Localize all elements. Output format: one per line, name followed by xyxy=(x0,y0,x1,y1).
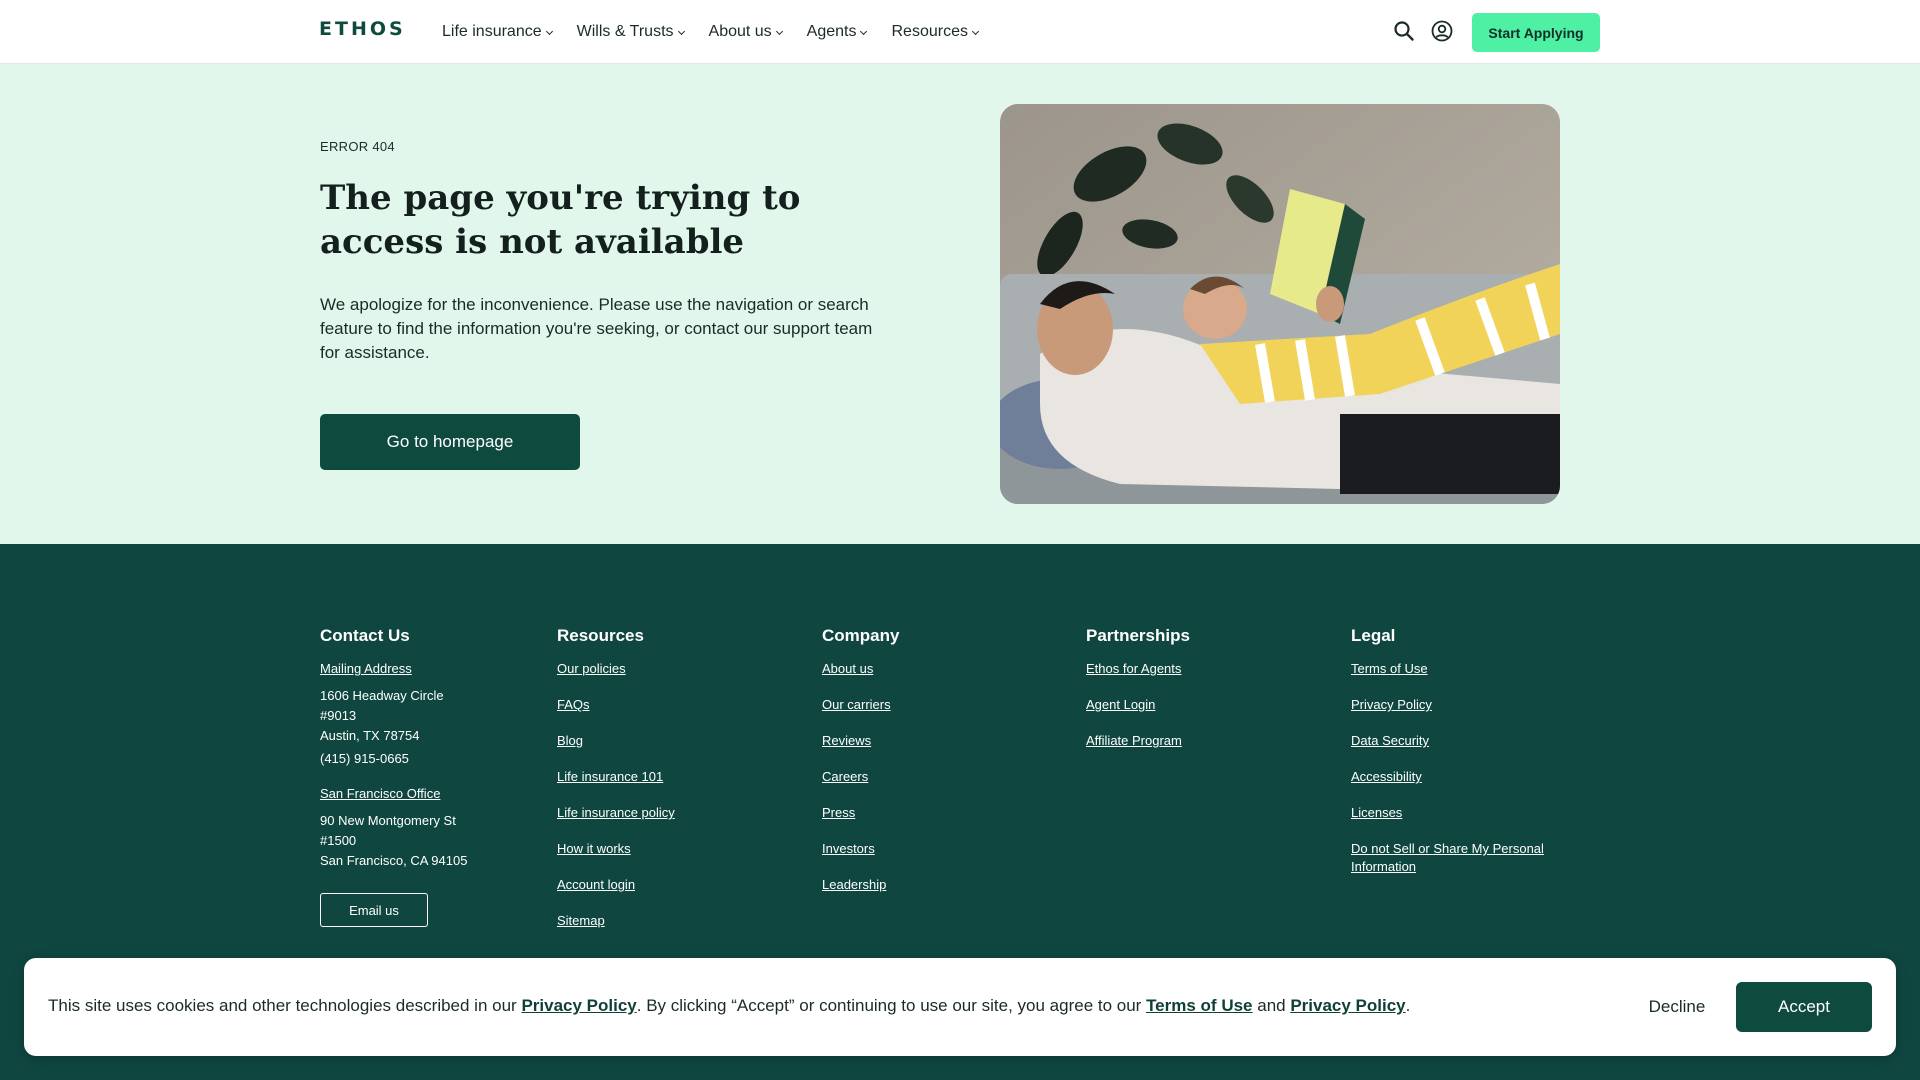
footer-link[interactable]: Our carriers xyxy=(822,696,1042,714)
mailing-address-line: 1606 Headway Circle xyxy=(320,688,444,703)
footer-link[interactable]: About us xyxy=(822,660,1042,678)
cookie-text-segment: and xyxy=(1252,996,1291,1015)
nav-label: Wills & Trusts xyxy=(576,23,674,40)
footer-link[interactable]: Terms of Use xyxy=(1351,660,1571,678)
privacy-policy-link[interactable]: Privacy Policy xyxy=(1290,996,1405,1015)
cookie-banner: This site uses cookies and other technol… xyxy=(24,958,1896,1056)
footer-link[interactable]: Affiliate Program xyxy=(1086,732,1306,750)
main-nav: Life insurance Wills & Trusts About us A… xyxy=(442,0,1003,64)
chevron-down-icon xyxy=(775,27,783,35)
footer-heading-partnerships: Partnerships xyxy=(1086,626,1190,645)
ethos-logo[interactable]: ETHOS xyxy=(319,18,406,40)
footer-link[interactable]: Account login xyxy=(557,876,777,894)
footer-link[interactable]: Accessibility xyxy=(1351,768,1571,786)
site-header: ETHOS Life insurance Wills & Trusts Abou… xyxy=(0,0,1920,64)
mailing-address-line: #9013 xyxy=(320,708,357,723)
sf-address-line: #1500 xyxy=(320,833,357,848)
search-icon[interactable] xyxy=(1392,19,1416,43)
phone-number: (415) 915-0665 xyxy=(320,751,409,766)
nav-item-life-insurance[interactable]: Life insurance xyxy=(442,23,553,41)
footer-link[interactable]: Blog xyxy=(557,732,777,750)
footer-partnerships-column: Partnerships Ethos for Agents Agent Logi… xyxy=(1086,626,1306,768)
accept-button[interactable]: Accept xyxy=(1736,982,1872,1032)
chevron-down-icon xyxy=(545,27,553,35)
footer-contact-column: Contact Us Mailing Address 1606 Headway … xyxy=(320,626,510,927)
footer-link[interactable]: Leadership xyxy=(822,876,1042,894)
footer-link[interactable]: Careers xyxy=(822,768,1042,786)
footer-heading-contact: Contact Us xyxy=(320,626,410,645)
nav-item-agents[interactable]: Agents xyxy=(806,23,868,41)
footer-link[interactable]: Press xyxy=(822,804,1042,822)
sf-address-line: San Francisco, CA 94105 xyxy=(320,853,468,868)
error-code: ERROR 404 xyxy=(320,139,395,154)
footer-company-column: Company About us Our carriers Reviews Ca… xyxy=(822,626,1042,912)
footer-link[interactable]: Do not Sell or Share My Personal Informa… xyxy=(1351,840,1571,876)
footer-link[interactable]: Our policies xyxy=(557,660,777,678)
chevron-down-icon xyxy=(971,27,980,35)
footer-link[interactable]: Data Security xyxy=(1351,732,1571,750)
hero-photo xyxy=(1000,104,1560,504)
footer-link[interactable]: Ethos for Agents xyxy=(1086,660,1306,678)
sf-office-link[interactable]: San Francisco Office xyxy=(320,785,510,803)
footer-link[interactable]: Reviews xyxy=(822,732,1042,750)
nav-label: Life insurance xyxy=(442,23,542,40)
footer-link[interactable]: Privacy Policy xyxy=(1351,696,1571,714)
cookie-message: This site uses cookies and other technol… xyxy=(48,996,1410,1016)
footer-link[interactable]: FAQs xyxy=(557,696,777,714)
mailing-address-line: Austin, TX 78754 xyxy=(320,728,420,743)
email-us-button[interactable]: Email us xyxy=(320,893,428,927)
error-hero: ERROR 404 The page you're trying to acce… xyxy=(0,64,1920,544)
go-to-homepage-button[interactable]: Go to homepage xyxy=(320,414,580,470)
page-title: The page you're trying to access is not … xyxy=(320,178,801,262)
footer-link[interactable]: Life insurance policy xyxy=(557,804,777,822)
nav-item-resources[interactable]: Resources xyxy=(891,23,980,41)
footer-link[interactable]: How it works xyxy=(557,840,777,858)
footer-heading-legal: Legal xyxy=(1351,626,1396,645)
nav-label: Agents xyxy=(806,23,857,40)
nav-item-wills-trusts[interactable]: Wills & Trusts xyxy=(576,23,685,41)
mailing-address-link[interactable]: Mailing Address xyxy=(320,660,510,678)
chevron-down-icon xyxy=(677,27,685,35)
chevron-down-icon xyxy=(860,27,868,35)
footer-resources-column: Resources Our policies FAQs Blog Life in… xyxy=(557,626,777,948)
footer-heading-company: Company xyxy=(822,626,900,645)
privacy-policy-link[interactable]: Privacy Policy xyxy=(521,996,636,1015)
cookie-text-segment: This site uses cookies and other technol… xyxy=(48,996,522,1015)
footer-legal-column: Legal Terms of Use Privacy Policy Data S… xyxy=(1351,626,1571,894)
cookie-text-segment: . xyxy=(1405,996,1411,1015)
error-description: We apologize for the inconvenience. Plea… xyxy=(320,295,873,362)
nav-item-about-us[interactable]: About us xyxy=(708,23,783,41)
decline-button[interactable]: Decline xyxy=(1614,982,1740,1032)
sf-address-line: 90 New Montgomery St xyxy=(320,813,456,828)
footer-link[interactable]: Licenses xyxy=(1351,804,1571,822)
cookie-text-segment: . By clicking “Accept” or continuing to … xyxy=(636,996,1147,1015)
nav-label: Resources xyxy=(891,23,968,40)
nav-label: About us xyxy=(708,23,772,40)
footer-heading-resources: Resources xyxy=(557,626,644,645)
footer-link[interactable]: Agent Login xyxy=(1086,696,1306,714)
start-applying-button[interactable]: Start Applying xyxy=(1472,13,1600,52)
account-icon[interactable] xyxy=(1430,19,1454,43)
terms-of-use-link[interactable]: Terms of Use xyxy=(1146,996,1252,1015)
footer-link[interactable]: Life insurance 101 xyxy=(557,768,777,786)
footer-link[interactable]: Sitemap xyxy=(557,912,777,930)
footer-link[interactable]: Investors xyxy=(822,840,1042,858)
